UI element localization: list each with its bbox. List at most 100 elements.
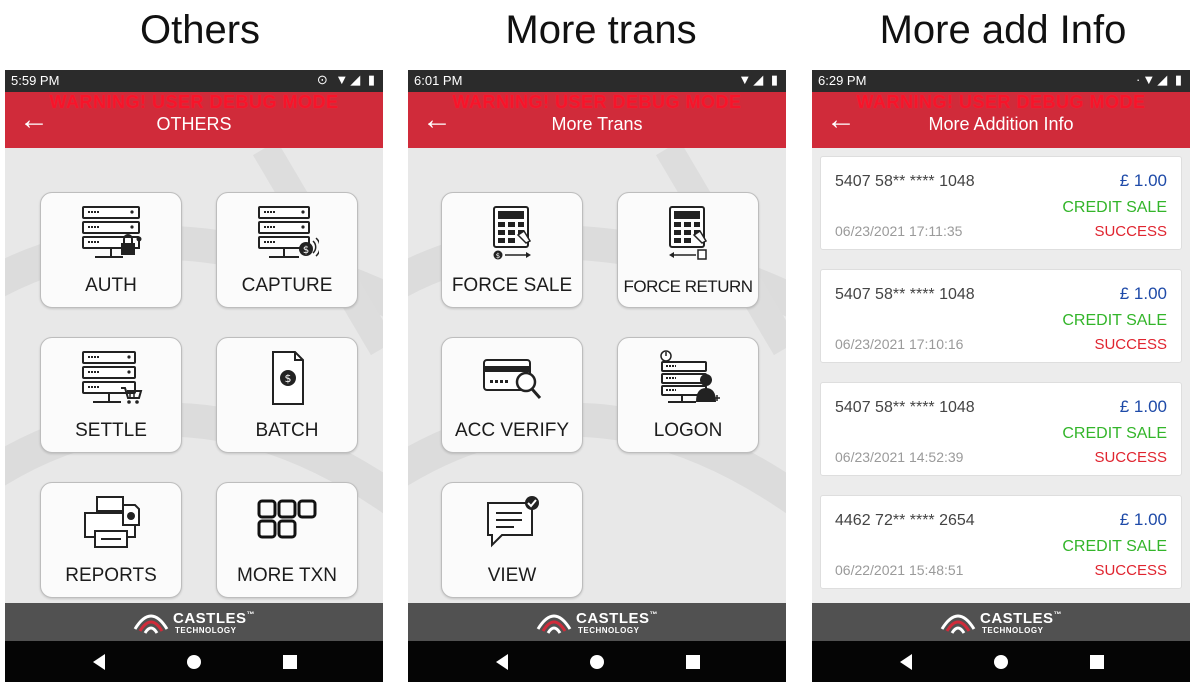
logo-trademark: ™ — [246, 610, 256, 619]
logo-brand: CASTLES — [980, 610, 1054, 627]
svg-text:$: $ — [303, 245, 309, 256]
transaction-type: CREDIT SALE — [1062, 425, 1167, 442]
page-title: More Trans — [551, 114, 643, 134]
debug-warning: WARNING! USER DEBUG MODE — [49, 92, 339, 112]
phone-screen-others: 5:59 PM ⊙ ▼◢ ▮ WARNING! USER DEBUG MODE … — [5, 70, 383, 682]
page-title: OTHERS — [156, 114, 232, 134]
server-user-icon — [618, 348, 758, 408]
phone-screen-more-addition-info: 6:29 PM ·▼◢ ▮ WARNING! USER DEBUG MODE ←… — [812, 70, 1190, 682]
document-dollar-icon: $ — [217, 348, 357, 408]
settle-tile[interactable]: SETTLE — [40, 337, 182, 453]
castles-logo: CASTLES™ TECHNOLOGY — [940, 608, 1070, 638]
status-bar: 5:59 PM ⊙ ▼◢ ▮ — [5, 70, 383, 92]
nav-home-icon[interactable] — [990, 651, 1012, 673]
server-payment-icon: $ — [217, 203, 357, 263]
nav-recents-icon[interactable] — [1086, 651, 1108, 673]
logo-brand: CASTLES — [173, 610, 247, 627]
tile-label: ACC VERIFY — [454, 420, 570, 441]
status-bar: 6:29 PM ·▼◢ ▮ — [812, 70, 1190, 92]
keypad-sale-icon: $ — [442, 203, 582, 263]
card-number: 5407 58** **** 1048 — [835, 286, 975, 303]
status-time: 5:59 PM — [11, 73, 60, 88]
card-number: 5407 58** **** 1048 — [835, 399, 975, 416]
footer-brand: CASTLES™ TECHNOLOGY — [5, 603, 383, 641]
amount: £ 1.00 — [1119, 510, 1167, 529]
status-bar: 6:01 PM ▼◢ ▮ — [408, 70, 786, 92]
transaction-card[interactable]: 4462 72** **** 2654 £ 1.00 CREDIT SALE 0… — [820, 495, 1182, 589]
menu-grid: AUTH $ CAPTURE SETTLE $ BATCH REPORTS MO… — [5, 148, 383, 603]
tile-label: BATCH — [255, 420, 319, 441]
amount: £ 1.00 — [1119, 171, 1167, 190]
status-badge: SUCCESS — [1094, 449, 1167, 466]
caption-more-add-info: More add Info — [879, 8, 1127, 52]
debug-warning: WARNING! USER DEBUG MODE — [452, 92, 742, 112]
nav-back-icon[interactable] — [89, 651, 111, 673]
android-nav-bar — [5, 641, 383, 682]
amount: £ 1.00 — [1119, 397, 1167, 416]
status-icons: ⊙ ▼◢ ▮ — [316, 72, 377, 87]
logon-tile[interactable]: LOGON — [617, 337, 759, 453]
transaction-date: 06/22/2021 15:48:51 — [835, 562, 964, 578]
tile-label: LOGON — [653, 420, 723, 441]
keypad-return-icon — [618, 203, 758, 263]
transaction-date: 06/23/2021 17:11:35 — [835, 223, 963, 239]
transaction-type: CREDIT SALE — [1062, 199, 1167, 216]
transaction-type: CREDIT SALE — [1062, 312, 1167, 329]
transaction-card[interactable]: 5407 58** **** 1048 £ 1.00 CREDIT SALE 0… — [820, 382, 1182, 476]
status-badge: SUCCESS — [1094, 223, 1167, 240]
nav-home-icon[interactable] — [586, 651, 608, 673]
tile-label: MORE TXN — [237, 565, 337, 586]
force-return-tile[interactable]: FORCE RETURN — [617, 192, 759, 308]
app-bar: WARNING! USER DEBUG MODE ← More Addition… — [812, 92, 1190, 148]
card-search-icon — [442, 348, 582, 408]
view-tile[interactable]: VIEW — [441, 482, 583, 598]
logo-sub: TECHNOLOGY — [175, 626, 237, 635]
transaction-list: 5407 58** **** 1048 £ 1.00 CREDIT SALE 0… — [812, 148, 1190, 603]
app-bar: WARNING! USER DEBUG MODE ← More Trans — [408, 92, 786, 148]
status-time: 6:01 PM — [414, 73, 463, 88]
tile-label: VIEW — [487, 565, 537, 586]
page-title: More Addition Info — [928, 114, 1074, 134]
castles-logo: CASTLES™ TECHNOLOGY — [536, 608, 666, 638]
logo-sub: TECHNOLOGY — [982, 626, 1044, 635]
menu-grid: $ FORCE SALE FORCE RETURN ACC VERIFY LOG… — [408, 148, 786, 603]
server-lock-icon — [41, 203, 181, 263]
nav-back-icon[interactable] — [492, 651, 514, 673]
nav-recents-icon[interactable] — [279, 651, 301, 673]
nav-back-icon[interactable] — [896, 651, 918, 673]
acc-verify-tile[interactable]: ACC VERIFY — [441, 337, 583, 453]
transaction-card[interactable]: 5407 58** **** 1048 £ 1.00 CREDIT SALE 0… — [820, 156, 1182, 250]
logo-brand: CASTLES — [576, 610, 650, 627]
status-badge: SUCCESS — [1094, 562, 1167, 579]
footer-brand: CASTLES™ TECHNOLOGY — [812, 603, 1190, 641]
transaction-date: 06/23/2021 14:52:39 — [835, 449, 964, 465]
tile-label: REPORTS — [65, 565, 157, 586]
more-txn-tile[interactable]: MORE TXN — [216, 482, 358, 598]
tile-label: FORCE RETURN — [623, 277, 753, 296]
batch-tile[interactable]: $ BATCH — [216, 337, 358, 453]
transaction-card[interactable]: 5407 58** **** 1048 £ 1.00 CREDIT SALE 0… — [820, 269, 1182, 363]
app-bar: WARNING! USER DEBUG MODE ← OTHERS — [5, 92, 383, 148]
auth-tile[interactable]: AUTH — [40, 192, 182, 308]
footer-brand: CASTLES™ TECHNOLOGY — [408, 603, 786, 641]
printer-icon — [41, 493, 181, 553]
logo-trademark: ™ — [649, 610, 659, 619]
tile-label: CAPTURE — [241, 275, 333, 296]
svg-text:$: $ — [496, 252, 500, 260]
status-icons: ▼◢ ▮ — [738, 72, 780, 87]
grid-icon — [217, 493, 357, 553]
status-icons: ·▼◢ ▮ — [1136, 72, 1184, 87]
android-nav-bar — [408, 641, 786, 682]
logo-sub: TECHNOLOGY — [578, 626, 640, 635]
capture-tile[interactable]: $ CAPTURE — [216, 192, 358, 308]
caption-others: Others — [139, 8, 261, 52]
nav-recents-icon[interactable] — [682, 651, 704, 673]
debug-warning: WARNING! USER DEBUG MODE — [856, 92, 1146, 112]
force-sale-tile[interactable]: $ FORCE SALE — [441, 192, 583, 308]
svg-text:$: $ — [285, 372, 292, 385]
card-number: 5407 58** **** 1048 — [835, 173, 975, 190]
reports-tile[interactable]: REPORTS — [40, 482, 182, 598]
status-badge: SUCCESS — [1094, 336, 1167, 353]
tile-label: FORCE SALE — [451, 275, 573, 296]
nav-home-icon[interactable] — [183, 651, 205, 673]
